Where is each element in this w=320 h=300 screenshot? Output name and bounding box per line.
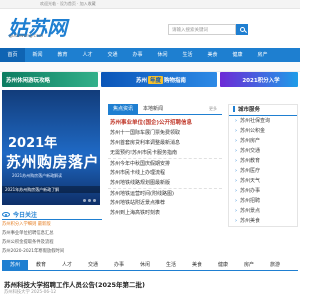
hero-headline: 苏州购房落户 — [6, 153, 100, 171]
banner-shopping-highlight: 年度 — [147, 75, 163, 84]
tab-education[interactable]: 教育 — [28, 260, 54, 270]
news-panel: 焦点资讯 本地新闻 更多 苏州事业单位(国企)公开招聘信息 苏州十一国际车展门票… — [108, 104, 222, 218]
service-item[interactable]: 苏州公积金 — [229, 126, 297, 136]
nav-item-leisure[interactable]: 休闲 — [150, 48, 175, 62]
nav-item-food[interactable]: 美食 — [200, 48, 225, 62]
hero-strip: 2021年苏州购房落户新政了解 — [2, 186, 100, 193]
category-tabs: 苏州 教育 人才 交通 办事 休闲 生活 美食 健康 房产 旅游 — [2, 260, 298, 271]
nav-item-life[interactable]: 生活 — [175, 48, 200, 62]
today-title: 今日关注 — [13, 212, 38, 219]
nav-item-housing[interactable]: 房产 — [250, 48, 275, 62]
service-item[interactable]: 苏州美食 — [229, 216, 297, 226]
news-item[interactable]: 苏州今年中秋国庆假期安排 — [108, 158, 222, 168]
tab-health[interactable]: 健康 — [210, 260, 236, 270]
news-item[interactable]: 苏州地铁线路规划图最新版 — [108, 178, 222, 188]
service-item[interactable]: 苏州景点 — [229, 206, 297, 216]
news-list: 苏州事业单位(国企)公开招聘信息 苏州十一国际车展门票免费领取 苏州首套房贷利率… — [108, 118, 222, 218]
banner-shopping[interactable]: 苏州 年度 购物指南 — [101, 72, 217, 87]
search-button[interactable] — [236, 24, 248, 35]
news-item[interactable]: 苏州到上海高铁时刻表 — [108, 208, 222, 218]
search-icon — [239, 27, 245, 32]
nav-item-home[interactable]: 首页 — [0, 48, 25, 62]
carousel-dot[interactable] — [83, 199, 86, 202]
service-item[interactable]: 苏州教育 — [229, 156, 297, 166]
hero-banner[interactable]: 2021年 苏州购房落户 2021苏州购房落户新政解读 2021年苏州购房落户新… — [2, 90, 100, 205]
news-item[interactable]: 苏州市民卡线上办理流程 — [108, 168, 222, 178]
hero-caption: 2021苏州购房落户新政解读 — [12, 173, 63, 178]
tab-suzhou[interactable]: 苏州 — [2, 260, 28, 270]
tab-life[interactable]: 生活 — [158, 260, 184, 270]
more-link[interactable]: 更多 — [204, 104, 222, 114]
tab-travel[interactable]: 旅游 — [262, 260, 288, 270]
headline-title[interactable]: 苏州科技大学招聘工作人员公告(2025年第二批) — [4, 279, 145, 289]
site-domain: gusuwang.com — [9, 34, 44, 39]
headline-meta: 苏州科技大学 2025-06-12 — [4, 290, 57, 295]
search-input[interactable]: 请输入搜索关键词 — [168, 24, 236, 35]
news-item[interactable]: 苏州地铁站附近景点推荐 — [108, 198, 222, 208]
top-links[interactable]: 欢迎光临 · 设为首页 · 加入收藏 — [40, 1, 96, 7]
service-panel: 城市服务 苏州社保查询 苏州公积金 苏州房产 苏州交通 苏州教育 苏州医疗 苏州… — [228, 104, 298, 227]
tab-affairs[interactable]: 办事 — [106, 260, 132, 270]
tab-talent[interactable]: 人才 — [54, 260, 80, 270]
service-item[interactable]: 苏州交通 — [229, 146, 297, 156]
carousel-dot[interactable] — [88, 199, 91, 202]
eye-icon — [2, 212, 10, 217]
service-item[interactable]: 苏州招聘 — [229, 196, 297, 206]
nav-item-talent[interactable]: 人才 — [75, 48, 100, 62]
news-tabs: 焦点资讯 本地新闻 更多 — [108, 104, 222, 115]
today-header: 今日关注 — [2, 210, 102, 220]
today-item[interactable]: 苏州积分入学细则 最新版 — [2, 220, 102, 229]
banner-travel-label: 苏州休闲游玩攻略 — [6, 77, 51, 84]
service-item[interactable]: 苏州天气 — [229, 176, 297, 186]
news-item[interactable]: 苏州十一国际车展门票免费领取 — [108, 128, 222, 138]
today-item[interactable]: 苏州公积金提取条件及流程 — [2, 238, 102, 247]
service-item[interactable]: 苏州房产 — [229, 136, 297, 146]
nav-item-news[interactable]: 新闻 — [25, 48, 50, 62]
sub-nav — [0, 62, 300, 72]
service-item[interactable]: 苏州社保查询 — [229, 116, 297, 126]
hero-year: 2021年 — [8, 136, 58, 151]
nav-item-health[interactable]: 健康 — [225, 48, 250, 62]
nav-item-affairs[interactable]: 办事 — [125, 48, 150, 62]
main-nav: 首页 新闻 教育 人才 交通 办事 休闲 生活 美食 健康 房产 — [0, 48, 300, 62]
nav-item-education[interactable]: 教育 — [50, 48, 75, 62]
banner-shopping-pre: 苏州 — [135, 77, 147, 84]
tab-food[interactable]: 美食 — [184, 260, 210, 270]
top-bar: 欢迎光临 · 设为首页 · 加入收藏 — [0, 0, 300, 9]
carousel-dot[interactable] — [93, 199, 96, 202]
news-item[interactable]: 无需预约!苏州市民卡服务指南 — [108, 148, 222, 158]
today-item[interactable]: 苏州2020-2021年寒假放假时间 — [2, 247, 102, 256]
nav-item-transport[interactable]: 交通 — [100, 48, 125, 62]
banner-travel[interactable]: 苏州休闲游玩攻略 — [2, 72, 98, 87]
tab-leisure[interactable]: 休闲 — [132, 260, 158, 270]
service-item[interactable]: 苏州办事 — [229, 186, 297, 196]
tab-focus[interactable]: 焦点资讯 — [108, 104, 139, 114]
today-item[interactable]: 苏州事业单位招聘信息汇总 — [2, 229, 102, 238]
banner-points[interactable]: 2021积分入学 — [220, 72, 298, 87]
carousel-dots[interactable] — [83, 199, 96, 202]
tab-local[interactable]: 本地新闻 — [138, 104, 168, 114]
tab-transport[interactable]: 交通 — [80, 260, 106, 270]
news-item[interactable]: 苏州首套房贷利率调整最新消息 — [108, 138, 222, 148]
banner-points-label: 2021积分入学 — [242, 77, 280, 84]
news-item[interactable]: 苏州事业单位(国企)公开招聘信息 — [108, 118, 222, 128]
tab-housing[interactable]: 房产 — [236, 260, 262, 270]
hero-strip-text: 2021年苏州购房落户新政了解 — [5, 187, 60, 192]
banner-shopping-post: 购物指南 — [164, 77, 187, 84]
today-focus: 今日关注 苏州积分入学细则 最新版 苏州事业单位招聘信息汇总 苏州公积金提取条件… — [2, 210, 102, 256]
service-item[interactable]: 苏州医疗 — [229, 166, 297, 176]
search-placeholder: 请输入搜索关键词 — [172, 27, 208, 33]
service-title: 城市服务 — [229, 105, 297, 116]
news-item[interactable]: 苏州地铁运营时间(附线路图) — [108, 188, 222, 198]
